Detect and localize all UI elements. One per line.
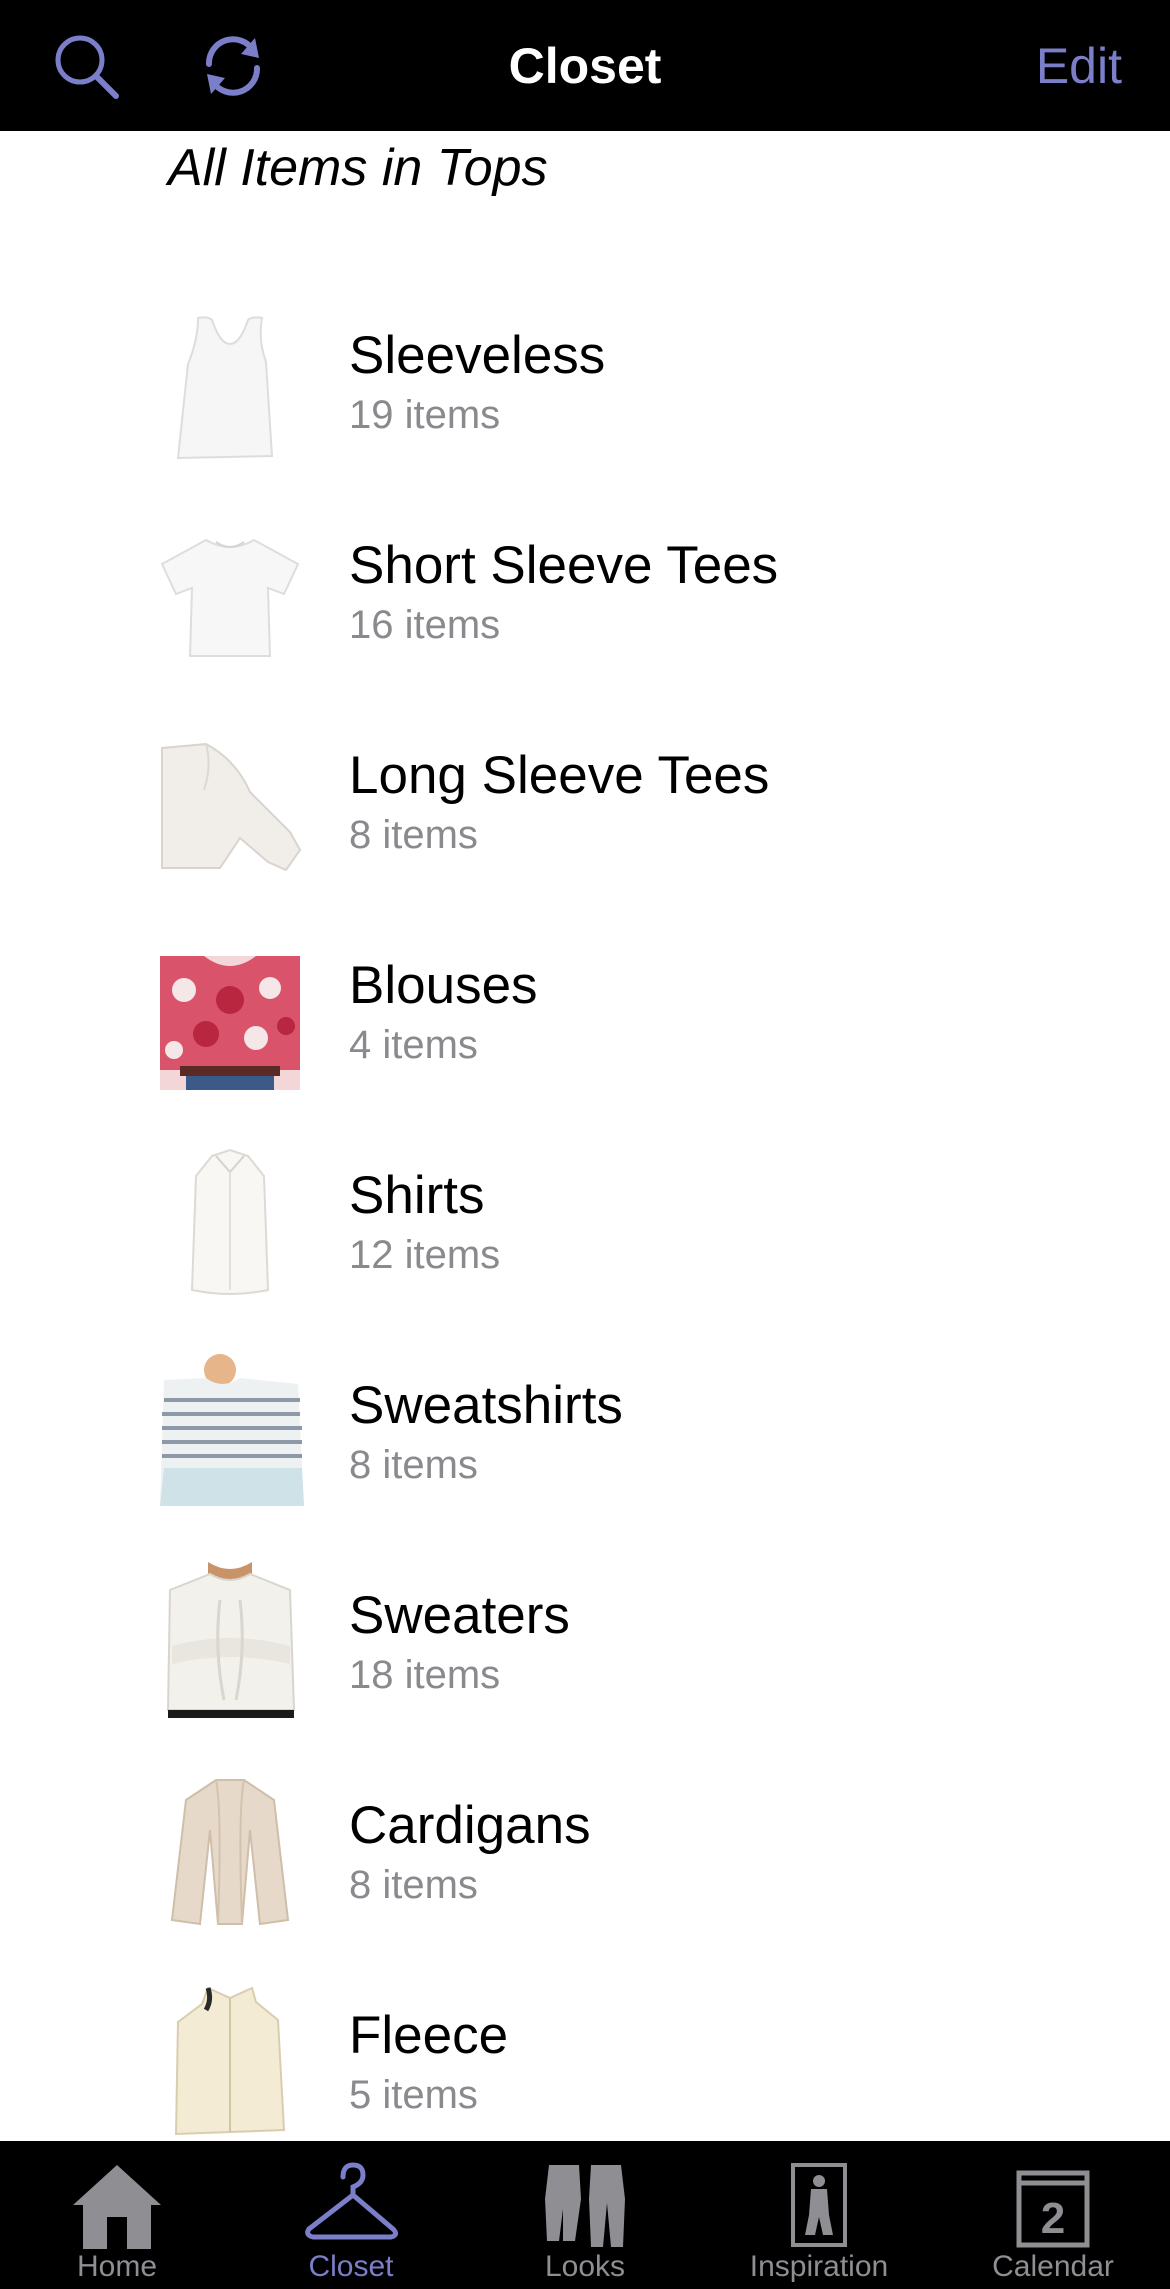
hanger-icon	[301, 2159, 401, 2251]
category-row-fleece[interactable]: Fleece 5 items	[0, 1955, 1170, 2165]
category-count: 5 items	[349, 2073, 478, 2117]
calendar-badge: 2	[1041, 2194, 1065, 2243]
category-title: Sleeveless	[349, 326, 606, 385]
category-title: Shirts	[349, 1166, 485, 1225]
tab-home[interactable]: Home	[0, 2141, 234, 2289]
category-title: Sweaters	[349, 1586, 570, 1645]
calendar-icon: 2	[1003, 2159, 1103, 2251]
home-icon	[67, 2159, 167, 2251]
category-row-cardigans[interactable]: Cardigans 8 items	[0, 1745, 1170, 1955]
short-sleeve-tee-thumbnail	[150, 510, 310, 670]
tab-calendar[interactable]: 2 Calendar	[936, 2141, 1170, 2289]
category-title: Sweatshirts	[349, 1376, 623, 1435]
category-title: Short Sleeve Tees	[349, 536, 779, 595]
tab-label: Inspiration	[749, 2250, 889, 2283]
closet-screen: Closet Edit All Items in Tops Sleeveless…	[0, 0, 1170, 2289]
tab-closet[interactable]: Closet	[234, 2141, 468, 2289]
category-count: 4 items	[349, 1023, 478, 1067]
category-row-blouses[interactable]: Blouses 4 items	[0, 905, 1170, 1115]
blouse-thumbnail	[150, 930, 310, 1090]
tab-inspiration[interactable]: Inspiration	[702, 2141, 936, 2289]
category-count: 8 items	[349, 813, 478, 857]
long-sleeve-tee-thumbnail	[150, 720, 310, 880]
category-row-sweaters[interactable]: Sweaters 18 items	[0, 1535, 1170, 1745]
top-nav-bar: Closet Edit	[0, 0, 1170, 131]
category-count: 12 items	[349, 1233, 501, 1277]
fleece-thumbnail	[150, 1980, 310, 2140]
category-count: 8 items	[349, 1443, 478, 1487]
tab-label: Looks	[544, 2250, 626, 2283]
sweater-thumbnail	[150, 1560, 310, 1720]
page-title: Closet	[508, 38, 662, 94]
shirt-thumbnail	[150, 1140, 310, 1300]
inspiration-icon	[769, 2159, 869, 2251]
category-title: Long Sleeve Tees	[349, 746, 770, 805]
sleeveless-thumbnail	[150, 300, 310, 460]
sweatshirt-thumbnail	[150, 1350, 310, 1510]
tab-label: Closet	[308, 2250, 394, 2283]
category-row-short-sleeve-tees[interactable]: Short Sleeve Tees 16 items	[0, 485, 1170, 695]
tab-looks[interactable]: Looks	[468, 2141, 702, 2289]
tab-label: Calendar	[992, 2250, 1114, 2283]
section-heading: All Items in Tops	[168, 139, 548, 197]
tab-label: Home	[76, 2250, 158, 2283]
category-row-sleeveless[interactable]: Sleeveless 19 items	[0, 275, 1170, 485]
category-count: 19 items	[349, 393, 501, 437]
category-count: 8 items	[349, 1863, 478, 1907]
edit-button[interactable]: Edit	[1036, 36, 1122, 96]
category-count: 16 items	[349, 603, 501, 647]
looks-icon	[535, 2159, 635, 2251]
category-count: 18 items	[349, 1653, 501, 1697]
category-row-long-sleeve-tees[interactable]: Long Sleeve Tees 8 items	[0, 695, 1170, 905]
cardigan-thumbnail	[150, 1770, 310, 1930]
category-row-shirts[interactable]: Shirts 12 items	[0, 1115, 1170, 1325]
category-title: Fleece	[349, 2006, 509, 2065]
bottom-tab-bar: Home Closet Looks Inspiration 2 Calendar	[0, 2141, 1170, 2289]
category-title: Cardigans	[349, 1796, 591, 1855]
category-row-sweatshirts[interactable]: Sweatshirts 8 items	[0, 1325, 1170, 1535]
category-title: Blouses	[349, 956, 538, 1015]
